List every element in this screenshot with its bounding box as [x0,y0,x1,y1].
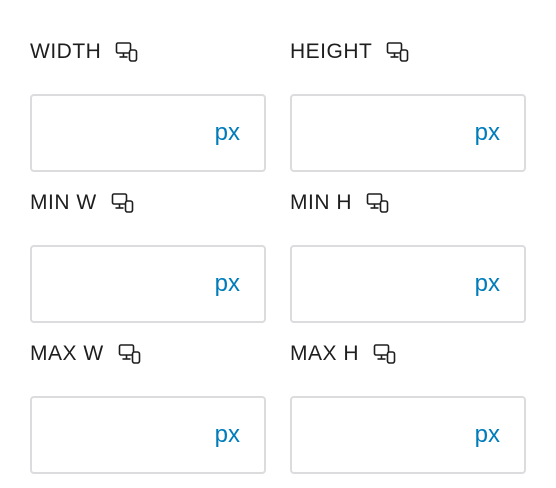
responsive-desktop-icon[interactable] [386,40,412,64]
height-input-wrapper: px [290,94,526,172]
min-height-field: MIN H px [290,189,526,323]
width-field: WIDTH px [30,38,266,172]
max-height-unit-select[interactable]: px [475,398,500,472]
max-width-label-row: MAX W [30,340,266,368]
max-height-field: MAX H px [290,340,526,474]
responsive-desktop-icon[interactable] [366,191,392,215]
max-height-label-row: MAX H [290,340,526,368]
max-width-label: MAX W [30,342,104,365]
max-width-input-wrapper: px [30,396,266,474]
max-height-input-wrapper: px [290,396,526,474]
min-width-input-wrapper: px [30,245,266,323]
min-height-input-wrapper: px [290,245,526,323]
max-width-field: MAX W px [30,340,266,474]
height-field: HEIGHT px [290,38,526,172]
min-width-label: MIN W [30,191,97,214]
min-height-label: MIN H [290,191,352,214]
min-width-label-row: MIN W [30,189,266,217]
min-height-label-row: MIN H [290,189,526,217]
height-label: HEIGHT [290,40,373,63]
height-input[interactable] [302,96,462,170]
max-width-unit-select[interactable]: px [215,398,240,472]
min-width-unit-select[interactable]: px [215,247,240,321]
min-height-unit-select[interactable]: px [475,247,500,321]
width-label-row: WIDTH [30,38,266,66]
width-input[interactable] [42,96,202,170]
max-height-input[interactable] [302,398,462,472]
responsive-desktop-icon[interactable] [111,191,137,215]
min-height-input[interactable] [302,247,462,321]
max-height-label: MAX H [290,342,360,365]
width-unit-select[interactable]: px [215,96,240,170]
min-width-input[interactable] [42,247,202,321]
width-input-wrapper: px [30,94,266,172]
max-width-input[interactable] [42,398,202,472]
responsive-desktop-icon[interactable] [115,40,141,64]
responsive-desktop-icon[interactable] [373,342,399,366]
responsive-desktop-icon[interactable] [118,342,144,366]
width-label: WIDTH [30,40,102,63]
height-unit-select[interactable]: px [475,96,500,170]
min-width-field: MIN W px [30,189,266,323]
height-label-row: HEIGHT [290,38,526,66]
